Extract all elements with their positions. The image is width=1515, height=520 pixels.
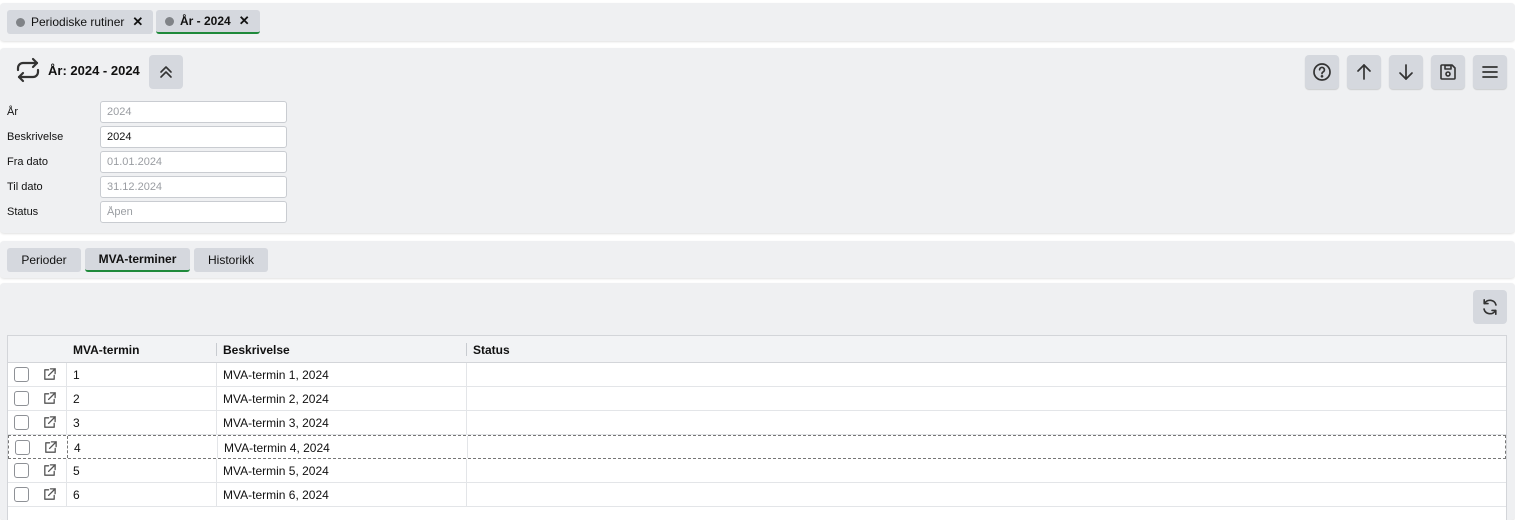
column-header-status[interactable]: Status	[467, 336, 510, 363]
table-header: MVA-termin Beskrivelse Status	[8, 336, 1506, 363]
doc-tab-label: År - 2024	[180, 14, 231, 28]
row-checkbox[interactable]	[14, 463, 29, 478]
arrow-down-icon	[1399, 64, 1413, 80]
cell-mva-termin: 4	[74, 440, 81, 455]
cell-status	[468, 436, 474, 459]
cell-beskrivelse: MVA-termin 4, 2024	[224, 440, 330, 455]
beskrivelse-field[interactable]	[100, 126, 287, 148]
cell-status	[467, 483, 473, 506]
cell-beskrivelse: MVA-termin 6, 2024	[223, 487, 329, 502]
cell-beskrivelse: MVA-termin 2, 2024	[223, 391, 329, 406]
til-dato-field[interactable]	[100, 176, 287, 198]
cell-beskrivelse: MVA-termin 3, 2024	[223, 415, 329, 430]
cell-status	[467, 459, 473, 482]
cell-mva-termin: 5	[73, 463, 80, 478]
status-dot-icon	[165, 16, 174, 26]
cell-mva-termin: 1	[73, 367, 80, 382]
open-external-icon[interactable]	[42, 415, 57, 430]
open-external-icon[interactable]	[42, 487, 57, 502]
cycle-arrows-icon	[16, 57, 40, 83]
collapse-header-button[interactable]	[149, 55, 183, 89]
save-button[interactable]	[1431, 55, 1465, 89]
tab-perioder[interactable]: Perioder	[7, 248, 81, 272]
row-checkbox[interactable]	[14, 415, 29, 430]
arrow-up-icon	[1357, 64, 1371, 80]
fra-dato-field[interactable]	[100, 151, 287, 173]
status-field[interactable]	[100, 201, 287, 223]
tab-mva-terminer[interactable]: MVA-terminer	[85, 248, 190, 272]
menu-button[interactable]	[1473, 55, 1507, 89]
refresh-icon	[1483, 299, 1497, 315]
help-button[interactable]	[1305, 55, 1339, 89]
field-label-til-dato: Til dato	[7, 181, 43, 193]
cell-status	[467, 411, 473, 434]
previous-record-button[interactable]	[1347, 55, 1381, 89]
close-icon[interactable]: ✕	[239, 13, 250, 29]
status-dot-icon	[16, 17, 25, 27]
row-checkbox[interactable]	[14, 391, 29, 406]
close-icon[interactable]: ✕	[132, 14, 143, 30]
help-icon	[1313, 63, 1331, 81]
field-label-ar: År	[7, 106, 18, 118]
field-label-status: Status	[7, 206, 39, 218]
table-row[interactable]: 1 MVA-termin 1, 2024	[8, 363, 1506, 387]
double-chevron-up-icon	[160, 66, 172, 78]
table-row[interactable]: 6 MVA-termin 6, 2024	[8, 483, 1506, 507]
mva-terminer-panel: MVA-termin Beskrivelse Status 1 MVA-term…	[0, 283, 1515, 520]
table-row[interactable]: 3 MVA-termin 3, 2024	[8, 411, 1506, 435]
document-tab-bar: Periodiske rutiner ✕ År - 2024 ✕	[0, 3, 1515, 41]
row-checkbox[interactable]	[14, 367, 29, 382]
refresh-button[interactable]	[1473, 290, 1507, 324]
cell-beskrivelse: MVA-termin 1, 2024	[223, 367, 329, 382]
next-record-button[interactable]	[1389, 55, 1423, 89]
open-external-icon[interactable]	[43, 440, 58, 455]
doc-tab-label: Periodiske rutiner	[31, 15, 125, 29]
table-row[interactable]: 2 MVA-termin 2, 2024	[8, 387, 1506, 411]
row-checkbox[interactable]	[14, 487, 29, 502]
cell-status	[467, 363, 473, 386]
cell-mva-termin: 6	[73, 487, 80, 502]
field-label-beskrivelse: Beskrivelse	[7, 131, 64, 143]
open-external-icon[interactable]	[42, 391, 57, 406]
open-external-icon[interactable]	[42, 367, 57, 382]
table-row-focused[interactable]: 4 MVA-termin 4, 2024	[8, 435, 1506, 459]
doc-tab-ar-2024[interactable]: År - 2024 ✕	[156, 10, 260, 34]
sub-tab-bar: Perioder MVA-terminer Historikk	[0, 241, 1515, 278]
doc-tab-periodiske-rutiner[interactable]: Periodiske rutiner ✕	[7, 10, 154, 34]
ar-field[interactable]	[100, 101, 287, 123]
tab-historikk[interactable]: Historikk	[194, 248, 268, 272]
page-title: År: 2024 - 2024	[48, 62, 140, 78]
row-checkbox[interactable]	[15, 440, 30, 455]
open-external-icon[interactable]	[42, 463, 57, 478]
field-label-fra-dato: Fra dato	[7, 156, 48, 168]
cell-beskrivelse: MVA-termin 5, 2024	[223, 463, 329, 478]
table-row[interactable]: 5 MVA-termin 5, 2024	[8, 459, 1506, 483]
record-header-panel: År: 2024 - 2024 År 2024 Beskrivelse 2024…	[0, 48, 1515, 233]
cell-mva-termin: 2	[73, 391, 80, 406]
menu-icon	[1482, 66, 1498, 78]
column-header-mva-termin[interactable]: MVA-termin	[67, 336, 139, 363]
mva-terminer-table: MVA-termin Beskrivelse Status 1 MVA-term…	[7, 335, 1507, 520]
save-icon	[1440, 64, 1456, 80]
cell-status	[467, 387, 473, 410]
cell-mva-termin: 3	[73, 415, 80, 430]
column-header-beskrivelse[interactable]: Beskrivelse	[217, 336, 290, 363]
